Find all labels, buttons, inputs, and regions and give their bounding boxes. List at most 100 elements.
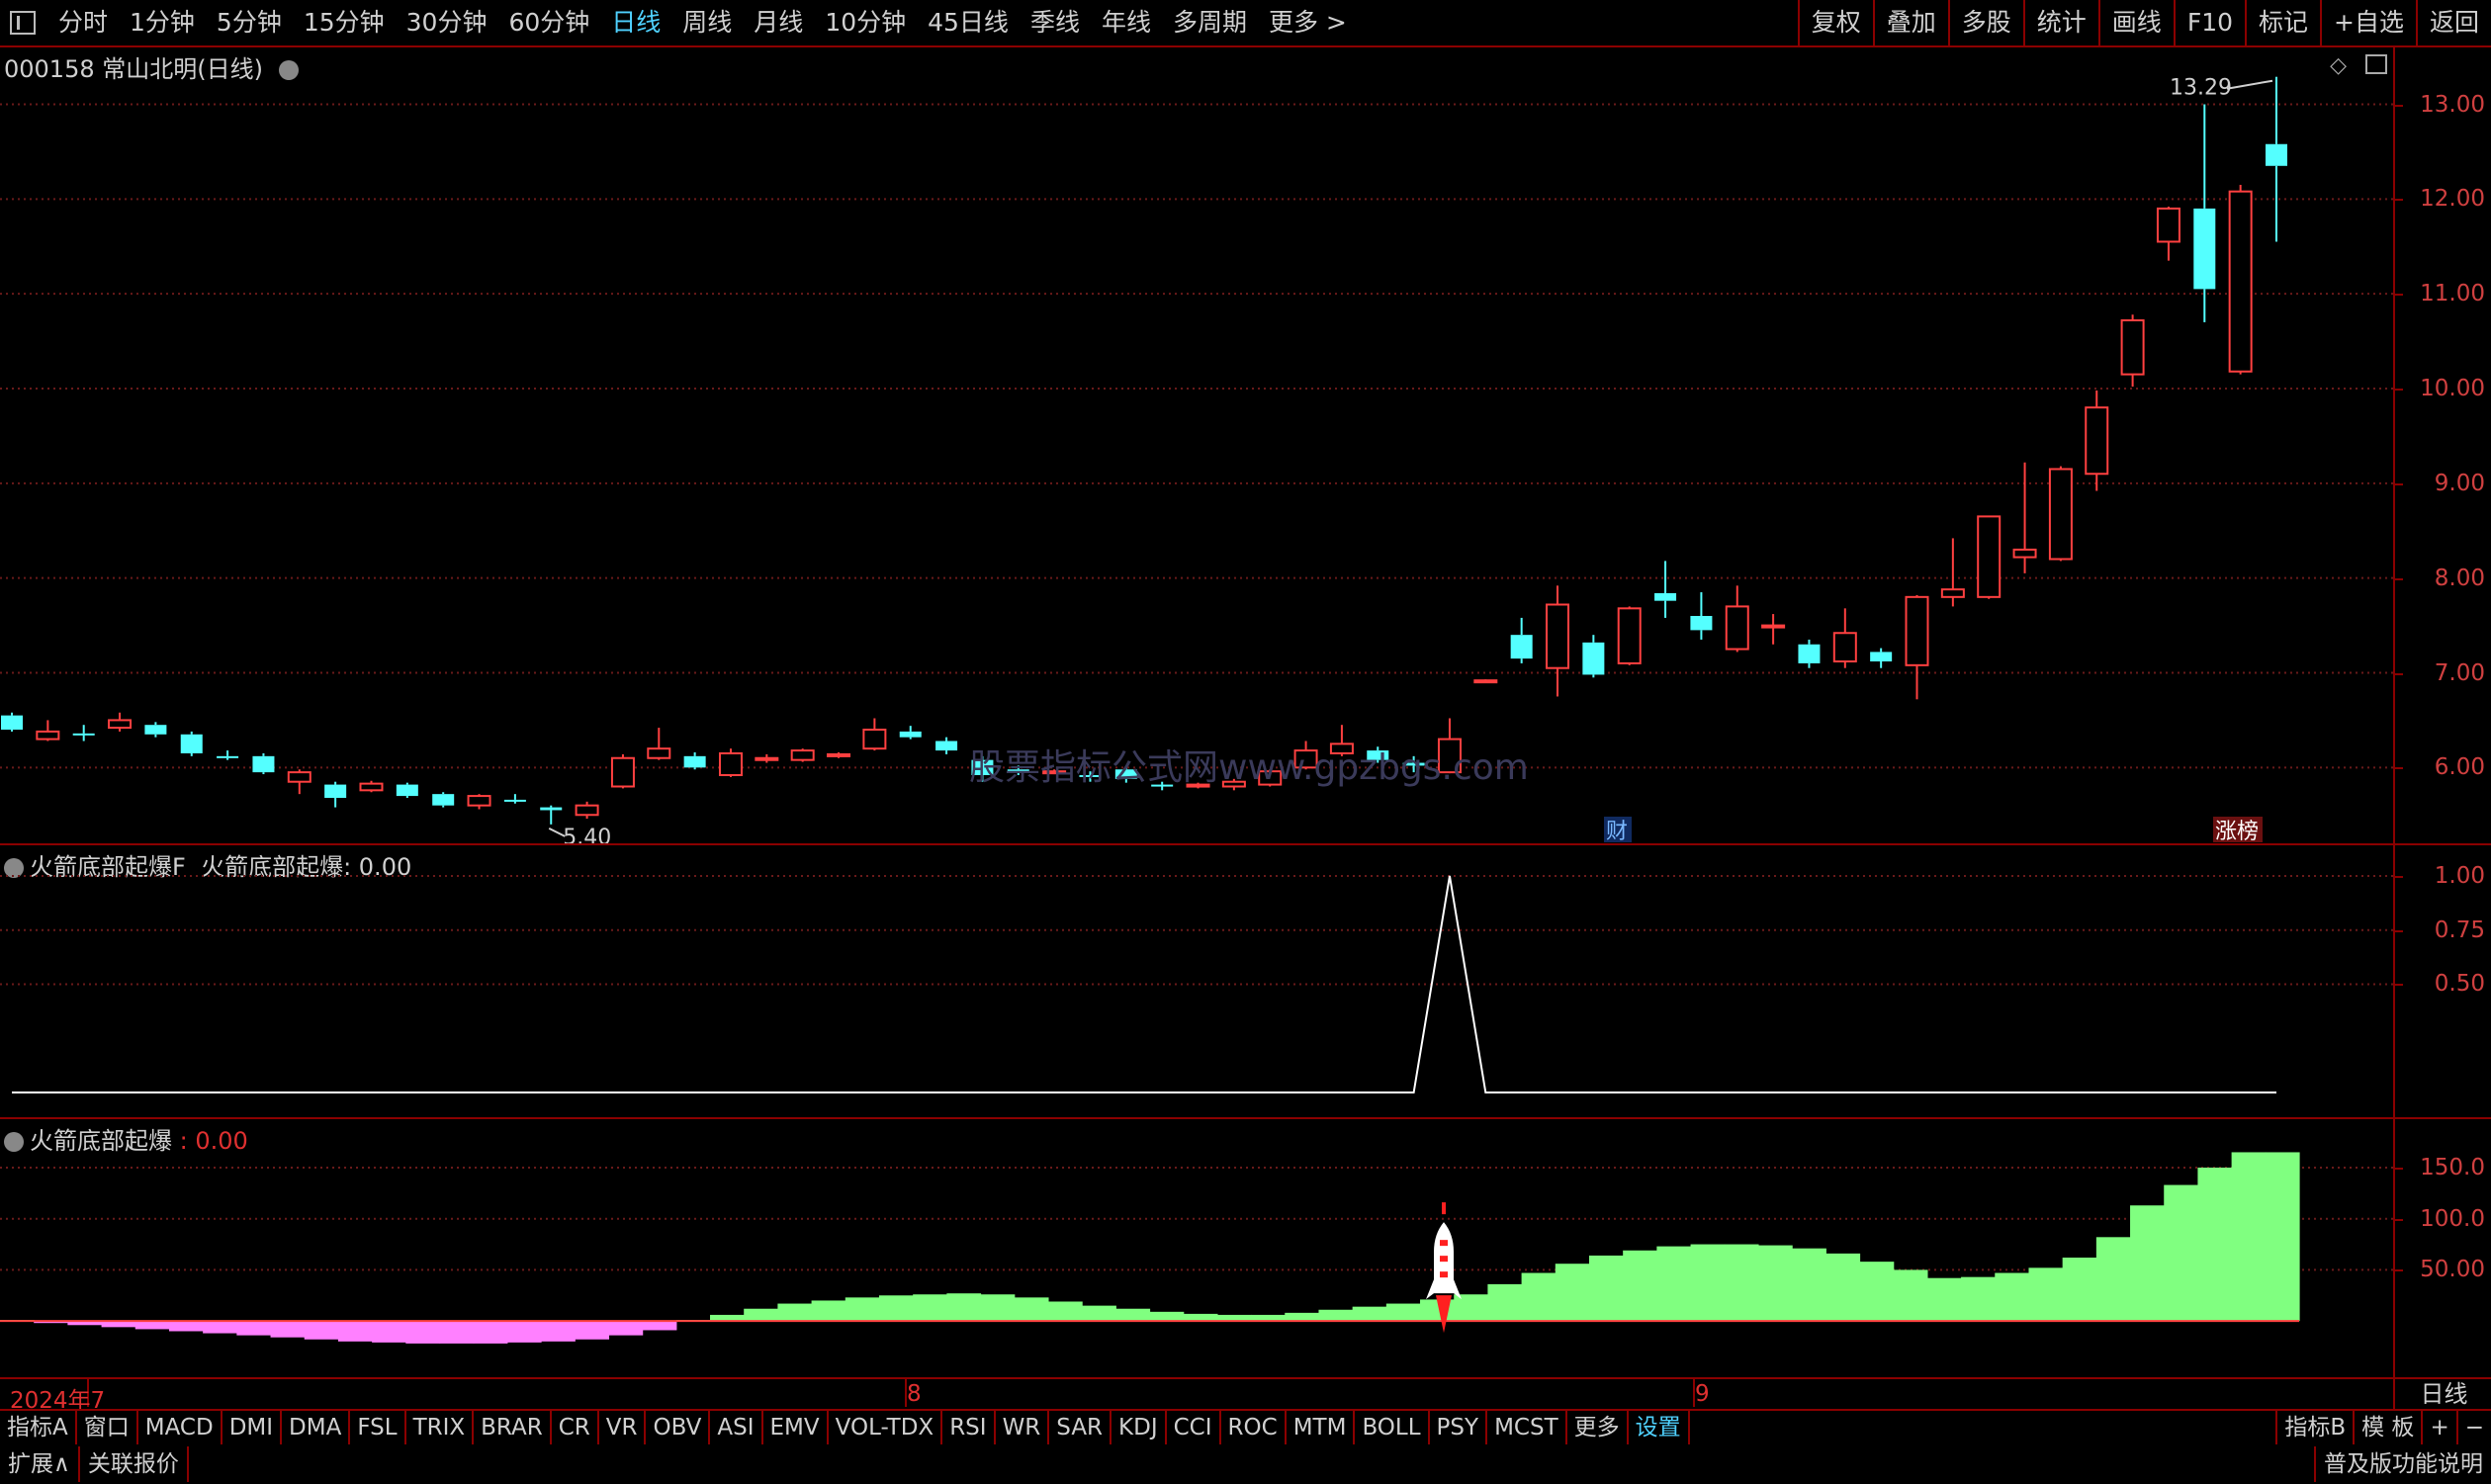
indicator2-bar [2231, 1152, 2267, 1322]
candle [827, 752, 851, 758]
indicator-tab[interactable]: SAR [1049, 1411, 1112, 1444]
indicator-tab[interactable]: CCI [1167, 1411, 1221, 1444]
period-tab[interactable]: 日线 [600, 0, 671, 45]
indicator-tab[interactable]: MACD [138, 1411, 222, 1444]
toolbar-button[interactable]: 复权 [1797, 0, 1873, 45]
indicator-tab[interactable]: VOL-TDX [829, 1411, 943, 1444]
toolbar-button[interactable]: 画线 [2097, 0, 2174, 45]
indicator-right-tab[interactable]: 模 板 [2353, 1411, 2421, 1444]
toolbar-button[interactable]: 叠加 [1872, 0, 1948, 45]
candle [1546, 585, 1570, 697]
indicator-right-tab[interactable]: 指标B [2275, 1411, 2353, 1444]
indicator-tabs-right: 指标B 模 板 + − [2275, 1411, 2491, 1444]
indicator-tab[interactable]: MTM [1287, 1411, 1356, 1444]
period-tab[interactable]: 30分钟 [396, 0, 498, 45]
candle [2120, 314, 2145, 388]
period-tab[interactable]: 更多 > [1258, 0, 1358, 45]
axis-tick-label: 0.75 [2434, 917, 2485, 943]
candle [2048, 466, 2073, 562]
indicator-tab[interactable]: FSL [350, 1411, 406, 1444]
indicator-tabs-bar: 指标A 窗口 MACD DMI DMA FSL TRIX BRAR CR VR OBV ASI EMV V… [0, 1409, 2491, 1446]
price-chart-panel[interactable]: 000158 常山北明(日线) ◇ 13.29 5.40 股票指标公式网www.gp… [0, 47, 2393, 843]
indicator1-line-chart [0, 874, 2393, 1093]
axis-tick-mark [2395, 577, 2403, 580]
indicator-tab[interactable]: DMA [282, 1411, 351, 1444]
indicator-tab[interactable]: 更多 [1567, 1411, 1629, 1444]
indicator2-bar [1690, 1244, 1726, 1322]
indicator-tab[interactable]: BOLL [1355, 1411, 1430, 1444]
axis-tick-label: 6.00 [2434, 754, 2485, 781]
indicator2-bar [2130, 1205, 2165, 1322]
indicator-tab[interactable]: RSI [942, 1411, 996, 1444]
toolbar-button[interactable]: F10 [2173, 0, 2245, 45]
indicator-tab[interactable]: BRAR [474, 1411, 552, 1444]
period-tab[interactable]: 15分钟 [293, 0, 396, 45]
indicator-tab[interactable]: 窗口 [77, 1411, 138, 1444]
indicator2-bar [304, 1321, 339, 1340]
indicator2-bar [1454, 1294, 1489, 1322]
period-tab[interactable]: 周线 [671, 0, 743, 45]
period-tab[interactable]: 45日线 [917, 0, 1020, 45]
limit-up-list-marker[interactable]: 涨榜 [2213, 817, 2263, 843]
candle [36, 720, 60, 742]
indicator-tab[interactable]: ROC [1221, 1411, 1287, 1444]
period-tab[interactable]: 月线 [743, 0, 814, 45]
axis-tick-label: 1.00 [2434, 862, 2485, 889]
period-tab[interactable]: 10分钟 [814, 0, 917, 45]
period-tab[interactable]: 5分钟 [206, 0, 293, 45]
help-link[interactable]: 普及版功能说明 [2314, 1446, 2491, 1482]
period-tab[interactable]: 年线 [1091, 0, 1162, 45]
indicator2-bar [1385, 1303, 1421, 1322]
finance-marker[interactable]: 财 [1604, 817, 1632, 843]
indicator-tab[interactable]: CR [552, 1411, 599, 1444]
indicator1-axis: 1.00 0.75 0.50 [2393, 845, 2491, 1117]
indicator2-bar [1115, 1308, 1151, 1322]
indicator-tab[interactable]: PSY [1430, 1411, 1488, 1444]
indicator-tab[interactable]: WR [996, 1411, 1050, 1444]
toolbar-button[interactable]: 返回 [2415, 0, 2491, 45]
indicator-tab[interactable]: DMI [222, 1411, 283, 1444]
indicator2-bar [811, 1300, 846, 1322]
period-tab[interactable]: 60分钟 [497, 0, 600, 45]
indicator1-panel[interactable]: 火箭底部起爆F 火箭底部起爆: 0.00 [0, 845, 2393, 1117]
period-tab[interactable]: 多周期 [1162, 0, 1258, 45]
menu-icon[interactable] [10, 11, 36, 35]
indicator-tab[interactable]: 指标A [0, 1411, 77, 1444]
period-tab[interactable]: 分时 [47, 0, 119, 45]
date-label: 9 [1695, 1381, 1710, 1407]
candle [1761, 614, 1786, 645]
indicator2-panel[interactable]: 火箭底部起爆 : 0.00 [0, 1119, 2393, 1379]
candle [647, 728, 671, 760]
indicator2-bar [1285, 1312, 1320, 1322]
axis-tick-mark [2395, 104, 2403, 107]
expand-button[interactable]: 扩展∧ [0, 1446, 80, 1482]
candle [359, 780, 384, 793]
toolbar-button[interactable]: 标记 [2245, 0, 2320, 45]
toolbar-button[interactable]: 多股 [1947, 0, 2023, 45]
period-tabs: 分时 1分钟 5分钟 15分钟 30分钟 60分钟 日线 周线 月线 10分钟 45日线 季线 年线 多周… [47, 0, 1358, 45]
indicator-right-tab[interactable]: − [2455, 1411, 2491, 1444]
candle [144, 722, 167, 738]
date-axis: 2024年7 8 9 [0, 1379, 2393, 1414]
period-tab[interactable]: 季线 [1020, 0, 1091, 45]
indicator2-bar [2197, 1167, 2233, 1322]
toolbar-button[interactable]: 统计 [2022, 0, 2098, 45]
candle [1905, 594, 1929, 700]
status-bar: 扩展∧ 关联报价 普及版功能说明 [0, 1444, 2491, 1484]
toolbar-button[interactable]: +自选 [2320, 0, 2416, 45]
indicator-tab[interactable]: ASI [710, 1411, 763, 1444]
indicator-tab[interactable]: OBV [646, 1411, 711, 1444]
indicator-right-tab[interactable]: + [2421, 1411, 2455, 1444]
indicator-tab[interactable]: 设置 [1629, 1411, 1690, 1444]
indicator-tab[interactable]: VR [599, 1411, 647, 1444]
indicator-tab[interactable]: MCST [1487, 1411, 1567, 1444]
related-quotes-button[interactable]: 关联报价 [80, 1446, 189, 1482]
candle [2012, 462, 2037, 573]
period-tab[interactable]: 1分钟 [119, 0, 206, 45]
indicator2-bar [1555, 1264, 1590, 1322]
indicator-tab[interactable]: EMV [763, 1411, 829, 1444]
indicator2-bar-chart [0, 1152, 2393, 1344]
indicator-tab[interactable]: TRIX [406, 1411, 475, 1444]
indicator-tab[interactable]: KDJ [1112, 1411, 1167, 1444]
axis-tick-mark [2395, 1218, 2403, 1221]
